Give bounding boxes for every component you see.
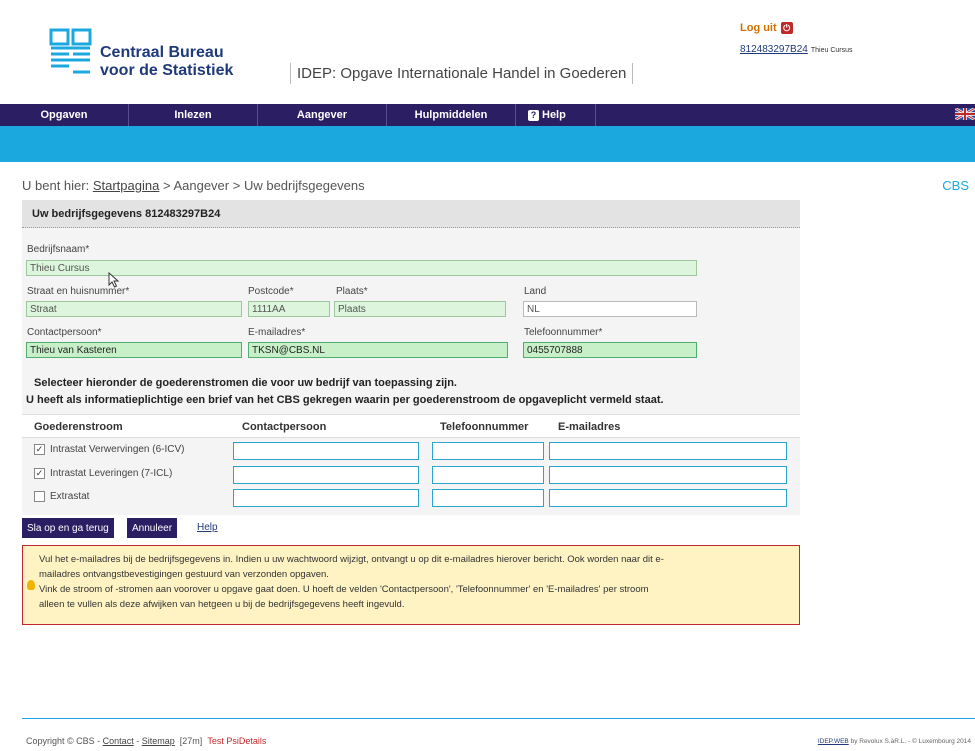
- logo-line1: Centraal Bureau: [100, 44, 224, 61]
- breadcrumb-current: Uw bedrijfsgegevens: [243, 178, 365, 193]
- help-link[interactable]: Help: [197, 522, 218, 533]
- phone-input[interactable]: [523, 342, 697, 358]
- footer-idep-link[interactable]: IDEP.WEB: [818, 738, 849, 745]
- logout-link[interactable]: Log uit ⏻: [740, 22, 793, 34]
- footer-dash: -: [136, 736, 140, 746]
- header-contact: Contactpersoon: [242, 421, 327, 433]
- footer-left: Copyright © CBS - Contact - Sitemap [27m…: [26, 736, 266, 746]
- user-id-link[interactable]: 812483297B24: [740, 44, 808, 55]
- flow-contact-input-icv[interactable]: [233, 442, 419, 460]
- cbs-logo-icon: [49, 28, 92, 74]
- breadcrumb-aangever: Aangever: [173, 178, 230, 193]
- save-button[interactable]: Sla op en ga terug: [22, 518, 114, 538]
- flow-label-extrastat: Extrastat: [50, 491, 90, 502]
- breadcrumb-separator: >: [232, 178, 241, 193]
- panel-title: Uw bedrijfsgegevens 812483297B24: [22, 200, 800, 228]
- phone-label: Telefoonnummer*: [524, 327, 603, 338]
- breadcrumb-home-link[interactable]: Startpagina: [93, 178, 160, 193]
- info-line-4: alleen te vullen als deze afwijken van h…: [39, 599, 405, 610]
- info-line-3: Vink de stroom of -stromen aan voorover …: [39, 584, 649, 595]
- city-input[interactable]: [334, 301, 506, 317]
- nav-inlezen[interactable]: Inlezen: [129, 104, 258, 126]
- footer-right: IDEP.WEB by Revolux S.àR.L. - © Luxembou…: [818, 738, 971, 745]
- city-label: Plaats*: [336, 286, 368, 297]
- flow-label-icl: Intrastat Leveringen (7-ICL): [50, 468, 173, 479]
- power-icon[interactable]: ⏻: [780, 22, 793, 34]
- breadcrumb: U bent hier: Startpagina > Aangever > Uw…: [22, 178, 365, 193]
- flow-label-icv: Intrastat Verwervingen (6-ICV): [50, 444, 185, 455]
- footer-divider: [22, 718, 975, 719]
- logo-text: Centraal Bureau voor de Statistiek: [100, 44, 233, 80]
- street-input[interactable]: [26, 301, 242, 317]
- nav-aangever[interactable]: Aangever: [258, 104, 387, 126]
- info-box: Vul het e-mailadres bij de bedrijfsgegev…: [22, 545, 800, 625]
- email-label: E-mailadres*: [248, 327, 306, 338]
- footer-contact-link[interactable]: Contact: [103, 736, 134, 746]
- user-name: Thieu Cursus: [810, 47, 853, 54]
- main-nav: Opgaven Inlezen Aangever Hulpmiddelen ? H…: [0, 104, 975, 126]
- nav-hulpmiddelen[interactable]: Hulpmiddelen: [387, 104, 516, 126]
- country-label: Land: [524, 286, 547, 297]
- flow-email-input-icv[interactable]: [549, 442, 787, 460]
- flow-row-icl: ✓ Intrastat Leveringen (7-ICL): [22, 464, 800, 486]
- breadcrumb-separator: >: [162, 178, 171, 193]
- logout-label: Log uit: [740, 22, 777, 34]
- flow-notice-2: U heeft als informatieplichtige een brie…: [26, 394, 664, 406]
- user-info: 812483297B24 Thieu Cursus: [740, 44, 853, 55]
- flow-email-input-extrastat[interactable]: [549, 489, 787, 507]
- flow-checkbox-extrastat[interactable]: [34, 491, 45, 502]
- footer-test-label: Test PsiDetails: [207, 736, 267, 746]
- company-name-input[interactable]: [26, 260, 697, 276]
- email-input[interactable]: [248, 342, 508, 358]
- company-label: Bedrijfsnaam*: [27, 244, 90, 255]
- flow-phone-input-icv[interactable]: [432, 442, 544, 460]
- footer-sitemap-link[interactable]: Sitemap: [142, 736, 175, 746]
- flow-contact-input-icl[interactable]: [233, 466, 419, 484]
- logo-line2: voor de Statistiek: [100, 62, 234, 79]
- flow-phone-input-extrastat[interactable]: [432, 489, 544, 507]
- session-timer: [27m]: [179, 736, 203, 746]
- flow-table-header: Goederenstroom Contactpersoon Telefoonnu…: [22, 414, 800, 438]
- flow-email-input-icl[interactable]: [549, 466, 787, 484]
- breadcrumb-prefix: U bent hier:: [22, 178, 90, 193]
- flow-row-icv: ✓ Intrastat Verwervingen (6-ICV): [22, 440, 800, 462]
- flow-phone-input-icl[interactable]: [432, 466, 544, 484]
- footer-credit: by Revolux S.àR.L. - © Luxembourg 2014: [850, 738, 971, 745]
- nav-opgaven[interactable]: Opgaven: [0, 104, 129, 126]
- info-line-2: mailadres ontvangstbevestigingen gestuur…: [39, 569, 329, 580]
- header-email: E-mailadres: [558, 421, 621, 433]
- sub-nav-bar: [0, 126, 975, 162]
- country-input[interactable]: [523, 301, 697, 317]
- cancel-button[interactable]: Annuleer: [127, 518, 178, 538]
- postcode-label: Postcode*: [248, 286, 294, 297]
- cbs-label: CBS: [942, 178, 969, 193]
- flow-checkbox-icv[interactable]: ✓: [34, 444, 45, 455]
- lightbulb-icon: [27, 580, 35, 590]
- contact-label: Contactpersoon*: [27, 327, 102, 338]
- nav-help[interactable]: ? Help: [516, 104, 596, 126]
- flow-notice-1: Selecteer hieronder de goederenstromen d…: [34, 377, 457, 389]
- flow-row-extrastat: Extrastat: [22, 487, 800, 509]
- uk-flag-icon[interactable]: [955, 108, 975, 120]
- app-title: IDEP: Opgave Internationale Handel in Go…: [290, 63, 634, 84]
- footer-copyright: Copyright © CBS -: [26, 736, 101, 746]
- street-label: Straat en huisnummer*: [27, 286, 130, 297]
- flow-checkbox-icl[interactable]: ✓: [34, 468, 45, 479]
- postcode-input[interactable]: [248, 301, 330, 317]
- header-flow: Goederenstroom: [34, 421, 123, 433]
- contact-input[interactable]: [26, 342, 242, 358]
- nav-help-label: Help: [542, 109, 566, 121]
- help-icon: ?: [528, 110, 539, 121]
- info-line-1: Vul het e-mailadres bij de bedrijfsgegev…: [39, 554, 664, 565]
- page-header: Centraal Bureau voor de Statistiek IDEP:…: [0, 0, 975, 100]
- flow-contact-input-extrastat[interactable]: [233, 489, 419, 507]
- header-phone: Telefoonnummer: [440, 421, 529, 433]
